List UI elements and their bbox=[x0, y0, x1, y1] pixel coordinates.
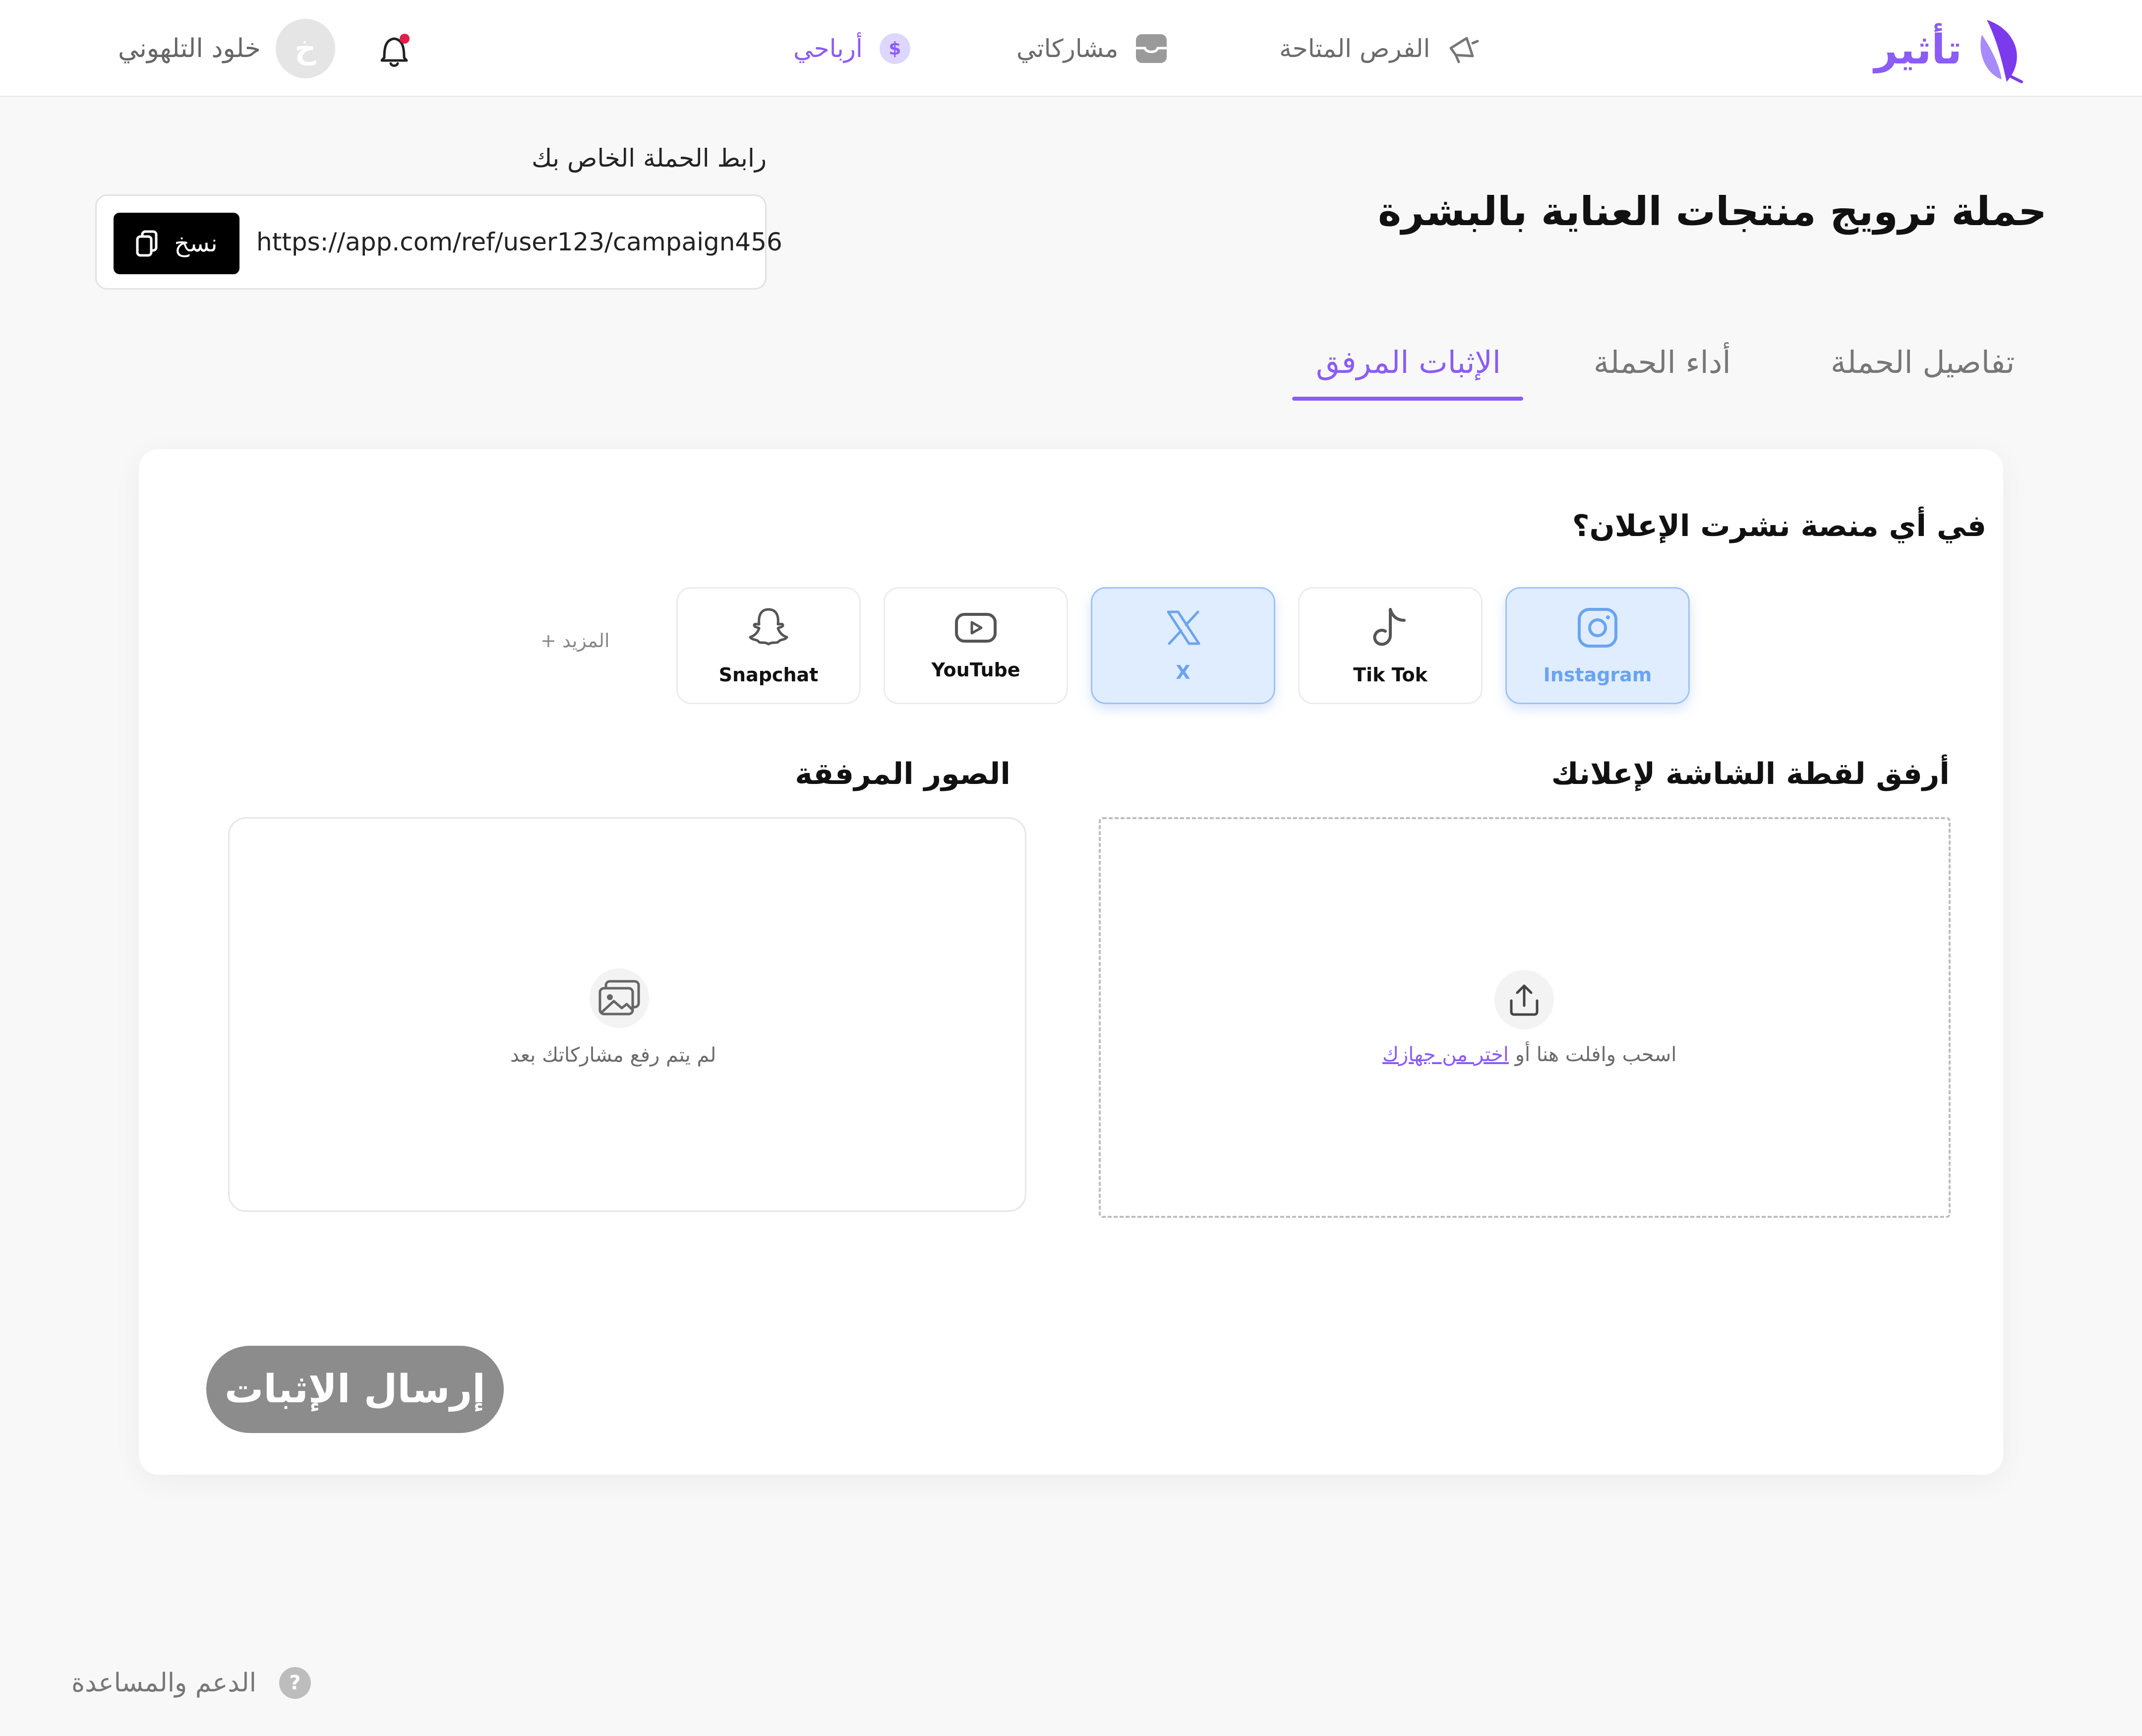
platform-label: Tik Tok bbox=[1353, 664, 1428, 686]
notification-dot bbox=[400, 34, 410, 44]
tray-icon bbox=[1136, 34, 1167, 63]
copy-link-button[interactable]: نسخ bbox=[114, 213, 239, 274]
help-icon: ? bbox=[279, 1667, 311, 1699]
platform-instagram[interactable]: Instagram bbox=[1505, 587, 1690, 704]
platform-x[interactable]: X bbox=[1091, 587, 1275, 704]
campaign-link-box: نسخ https://app.com/ref/user123/campaign… bbox=[95, 194, 782, 290]
active-tab-indicator bbox=[1292, 397, 1523, 401]
snapchat-icon bbox=[749, 608, 788, 646]
nav-my-earnings[interactable]: $ أرباحي bbox=[793, 28, 910, 69]
top-header: تأثير الفرص المتاحة مشاركاتي $ أرباحي خ bbox=[0, 0, 2142, 97]
attached-images-panel: لم يتم رفع مشاركاتك بعد bbox=[228, 817, 1026, 1212]
platform-question: في أي منصة نشرت الإعلان؟ bbox=[1572, 509, 1986, 543]
proof-card: في أي منصة نشرت الإعلان؟ Instagram Tik T… bbox=[139, 449, 2003, 1475]
app-logo[interactable]: تأثير bbox=[1874, 15, 2026, 84]
platform-label: Snapchat bbox=[718, 664, 819, 686]
nav-opportunities[interactable]: الفرص المتاحة bbox=[1279, 28, 1482, 69]
platform-label: X bbox=[1176, 661, 1190, 683]
dollar-icon: $ bbox=[879, 33, 910, 64]
platform-label: YouTube bbox=[931, 659, 1020, 681]
logo-text: تأثير bbox=[1874, 26, 1962, 73]
tab-campaign-performance[interactable]: أداء الحملة bbox=[1594, 337, 1731, 387]
upload-text: اسحب وافلت هنا أو bbox=[1515, 1043, 1677, 1066]
megaphone-icon bbox=[1449, 37, 1479, 63]
upload-icon-wrap bbox=[1494, 970, 1554, 1029]
instagram-icon bbox=[1578, 608, 1617, 648]
empty-images-icon-wrap bbox=[590, 968, 649, 1028]
tiktok-icon bbox=[1373, 608, 1406, 646]
submit-proof-button[interactable]: إرسال الإثبات bbox=[206, 1346, 504, 1433]
images-icon bbox=[598, 980, 640, 1016]
platform-label: Instagram bbox=[1543, 664, 1652, 686]
bell-icon bbox=[380, 34, 410, 67]
campaign-link-label: رابط الحملة الخاص بك bbox=[532, 144, 767, 173]
copy-button-label: نسخ bbox=[174, 230, 218, 257]
nav-my-posts-label: مشاركاتي bbox=[1016, 34, 1119, 63]
youtube-icon bbox=[955, 613, 997, 643]
empty-images-text: لم يتم رفع مشاركاتك بعد bbox=[510, 1044, 716, 1067]
tab-campaign-details[interactable]: تفاصيل الحملة bbox=[1831, 337, 2015, 387]
platform-snapchat[interactable]: Snapchat bbox=[676, 587, 861, 704]
nav-my-posts[interactable]: مشاركاتي bbox=[1016, 28, 1168, 69]
x-icon bbox=[1167, 610, 1200, 645]
attached-images-heading: الصور المرفقة bbox=[795, 757, 1011, 791]
attach-screenshot-heading: أرفق لقطة الشاشة لإعلانك bbox=[1551, 757, 1950, 791]
upload-instructions: اسحب وافلت هنا أو اختر من جهازك bbox=[1382, 1043, 1676, 1066]
platform-tiktok[interactable]: Tik Tok bbox=[1298, 587, 1483, 704]
butterfly-logo-icon bbox=[1980, 20, 2023, 83]
support-help-label: الدعم والمساعدة bbox=[71, 1668, 257, 1698]
more-platforms-link[interactable]: المزيد + bbox=[540, 630, 610, 652]
copy-icon bbox=[136, 230, 158, 257]
support-help-link[interactable]: ? الدعم والمساعدة bbox=[71, 1663, 311, 1703]
campaign-link-url[interactable]: https://app.com/ref/user123/campaign456 bbox=[256, 196, 782, 288]
nav-opportunities-label: الفرص المتاحة bbox=[1279, 34, 1430, 63]
user-name: خلود التلهوني bbox=[118, 34, 261, 63]
user-profile[interactable]: خ خلود التلهوني bbox=[118, 19, 335, 78]
nav-my-earnings-label: أرباحي bbox=[793, 34, 863, 63]
platform-youtube[interactable]: YouTube bbox=[884, 587, 1068, 704]
upload-icon bbox=[1510, 984, 1539, 1016]
page-title: حملة ترويج منتجات العناية بالبشرة bbox=[1377, 188, 2047, 235]
screenshot-dropzone[interactable]: اسحب وافلت هنا أو اختر من جهازك bbox=[1099, 817, 1951, 1218]
notification-button[interactable] bbox=[372, 28, 416, 72]
tab-attached-proof[interactable]: الإثبات المرفق bbox=[1316, 337, 1501, 387]
choose-from-device-link[interactable]: اختر من جهازك bbox=[1382, 1043, 1509, 1066]
avatar: خ bbox=[275, 19, 335, 78]
